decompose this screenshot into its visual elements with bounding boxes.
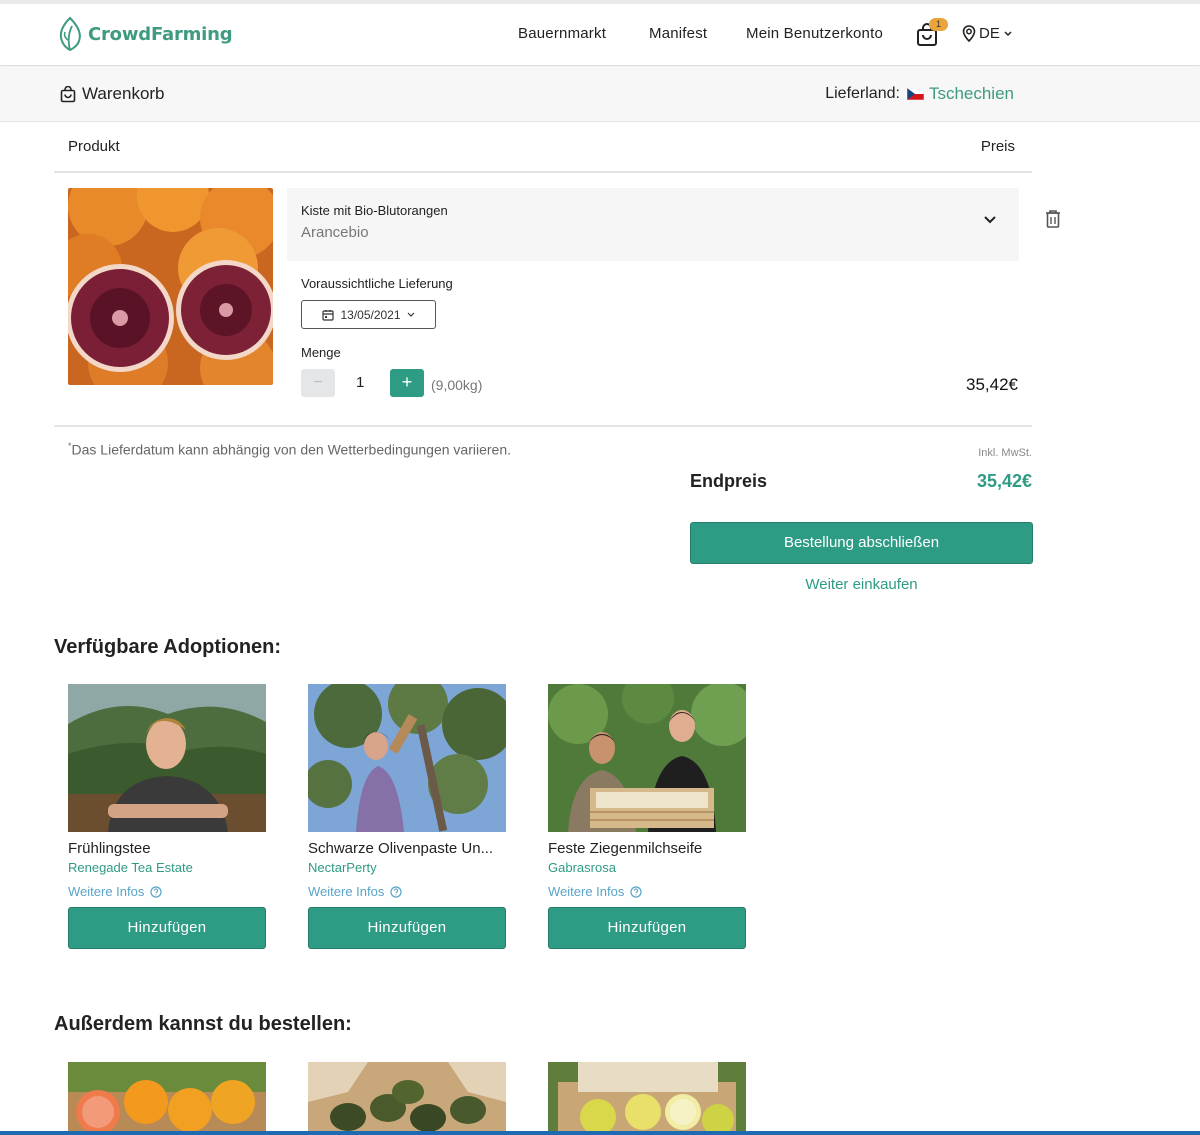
cart-icon [60, 85, 76, 102]
more-info-link[interactable]: Weitere Infos [308, 884, 506, 899]
farmer-photo-image [68, 684, 266, 832]
quantity-decrease-button[interactable]: − [301, 369, 335, 397]
cart-table-header: Produkt Preis [54, 124, 1032, 173]
more-info-link[interactable]: Weitere Infos [68, 884, 266, 899]
quantity-increase-button[interactable]: + [390, 369, 424, 397]
continue-shopping-link[interactable]: Weiter einkaufen [690, 576, 1033, 593]
trash-icon[interactable] [1044, 209, 1062, 229]
farmers-with-soap-image [548, 684, 746, 832]
leaf-logo-icon [59, 16, 81, 52]
citrus-box-image [68, 1062, 266, 1135]
footnote-text: Das Lieferdatum kann abhängig von den We… [71, 441, 511, 458]
add-adoption-button[interactable]: Hinzufügen [548, 907, 746, 949]
quantity-weight: (9,00kg) [431, 377, 483, 393]
question-icon [150, 885, 162, 898]
lemon-box-image [548, 1062, 746, 1135]
product-thumbnail-lemons[interactable] [548, 1062, 746, 1135]
delivery-label: Voraussichtliche Lieferung [301, 276, 453, 291]
nav-account[interactable]: Mein Benutzerkonto [746, 25, 883, 42]
blood-oranges-image [68, 188, 273, 385]
language-selector[interactable]: DE [962, 25, 1016, 42]
product-name: Kiste mit Bio-Blutorangen [301, 203, 448, 218]
cart-subbar: Warenkorb Lieferland: Tschechien [0, 67, 1200, 122]
chevron-down-icon [407, 312, 414, 317]
olive-harvest-image [308, 684, 506, 832]
product-summary-accordion[interactable]: Kiste mit Bio-Blutorangen Arancebio [287, 188, 1019, 261]
extras-title: Außerdem kannst du bestellen: [54, 1013, 352, 1035]
question-icon [630, 885, 642, 898]
delivery-date-select[interactable]: 13/05/2021 [301, 300, 436, 329]
logo[interactable]: CrowdFarming [56, 16, 233, 52]
adoptions-title: Verfügbare Adoptionen: [54, 636, 282, 658]
more-info-link[interactable]: Weitere Infos [548, 884, 746, 899]
question-icon [390, 885, 402, 898]
checkout-button[interactable]: Bestellung abschließen [690, 522, 1033, 564]
adoption-farm[interactable]: Renegade Tea Estate [68, 860, 266, 875]
adoption-image[interactable] [68, 684, 266, 832]
page-title: Warenkorb [60, 84, 165, 104]
column-product: Produkt [68, 138, 120, 155]
country-name: Tschechien [928, 84, 1014, 103]
calendar-icon [322, 309, 335, 321]
quantity-value: 1 [356, 374, 365, 391]
logo-text: CrowdFarming [88, 23, 233, 45]
product-thumbnail-avocado[interactable] [308, 1062, 506, 1135]
location-pin-icon [962, 25, 976, 42]
adoption-image[interactable] [548, 684, 746, 832]
nav-bauernmarkt[interactable]: Bauernmarkt [518, 25, 606, 42]
site-header: CrowdFarming Bauernmarkt Manifest Mein B… [0, 4, 1200, 66]
adoption-card: Frühlingstee Renegade Tea Estate Weitere… [68, 684, 266, 949]
product-image[interactable] [68, 188, 273, 385]
bottom-bar [0, 1131, 1200, 1135]
adoption-card: Feste Ziegenmilchseife Gabrasrosa Weiter… [548, 684, 746, 949]
adoption-title[interactable]: Schwarze Olivenpaste Un... [308, 840, 506, 857]
add-adoption-button[interactable]: Hinzufügen [308, 907, 506, 949]
quantity-label: Menge [301, 345, 341, 360]
language-code: DE [979, 25, 1000, 42]
product-thumbnail-citrus[interactable] [68, 1062, 266, 1135]
vat-note: Inkl. MwSt. [978, 447, 1032, 459]
nav-manifest[interactable]: Manifest [649, 25, 707, 42]
avocado-box-image [308, 1062, 506, 1135]
country-label: Lieferland: [825, 85, 900, 102]
cart-count-badge: 1 [929, 18, 948, 31]
delivery-country[interactable]: Lieferland: Tschechien [825, 84, 1014, 104]
chevron-down-icon [1004, 30, 1012, 36]
adoption-title[interactable]: Feste Ziegenmilchseife [548, 840, 746, 857]
chevron-down-icon[interactable] [983, 215, 997, 225]
line-item-price: 35,42€ [966, 375, 1018, 394]
adoption-image[interactable] [308, 684, 506, 832]
divider [54, 425, 1032, 427]
czech-flag-icon [906, 88, 924, 100]
adoption-farm[interactable]: NectarPerty [308, 860, 506, 875]
adoption-card: Schwarze Olivenpaste Un... NectarPerty W… [308, 684, 506, 949]
total-value: 35,42€ [976, 471, 1032, 491]
adoption-title[interactable]: Frühlingstee [68, 840, 266, 857]
add-adoption-button[interactable]: Hinzufügen [68, 907, 266, 949]
delivery-date: 13/05/2021 [340, 307, 401, 322]
column-price: Preis [980, 138, 1015, 155]
adoption-farm[interactable]: Gabrasrosa [548, 860, 746, 875]
total-label: Endpreis [690, 471, 768, 491]
product-farm: Arancebio [301, 224, 369, 241]
delivery-footnote: *Das Lieferdatum kann abhängig von den W… [68, 441, 511, 458]
